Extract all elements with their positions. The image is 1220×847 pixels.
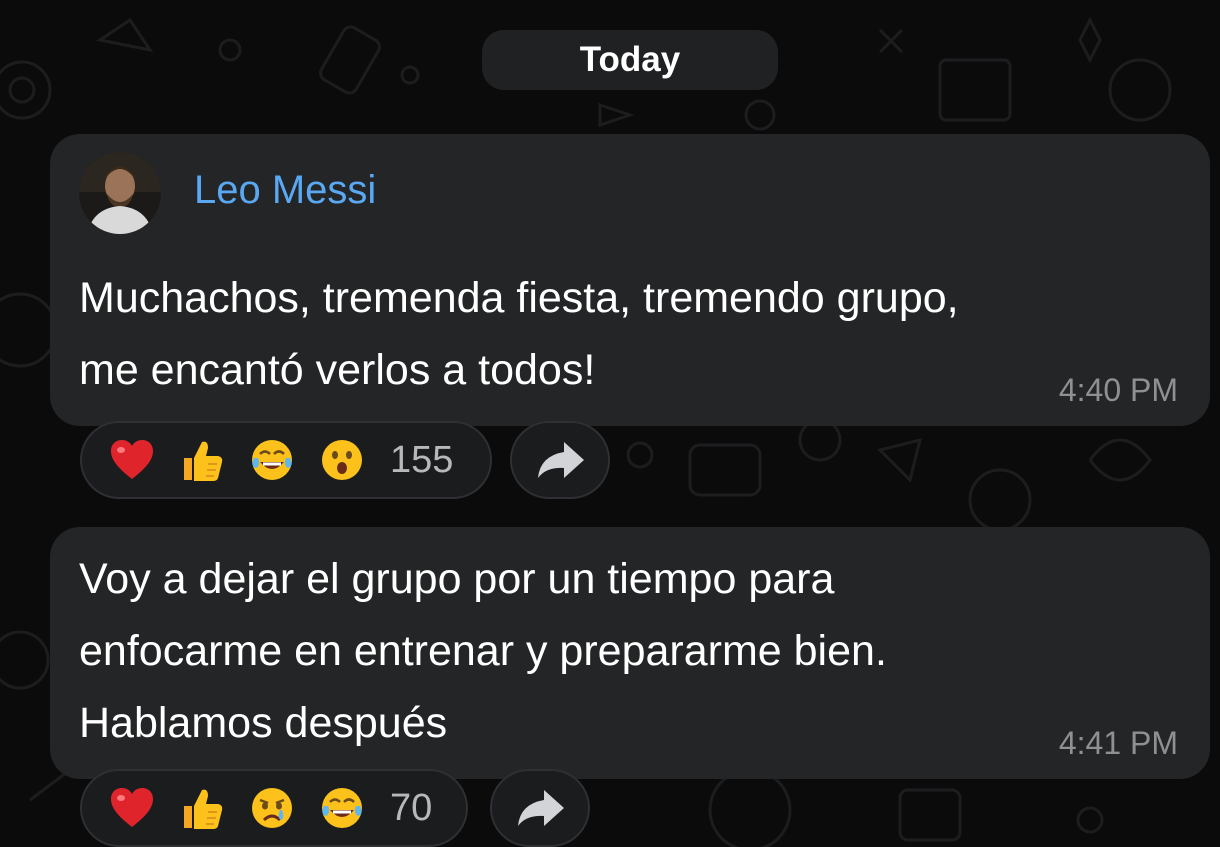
thumbs-up-icon[interactable] [178, 436, 226, 484]
message-bubble[interactable]: Voy a dejar el grupo por un tiempo para … [50, 527, 1210, 779]
message-bubble[interactable]: Leo Messi Muchachos, tremenda fiesta, tr… [50, 134, 1210, 426]
sender-name[interactable]: Leo Messi [194, 166, 376, 214]
forward-button[interactable] [510, 421, 610, 499]
avatar[interactable] [79, 152, 161, 234]
message-timestamp: 4:40 PM [1058, 372, 1178, 408]
thumbs-up-icon[interactable] [178, 784, 226, 832]
crying-face-icon[interactable] [248, 784, 296, 832]
message-text: Voy a dejar el grupo por un tiempo para … [79, 555, 887, 747]
reactions-bar[interactable]: 155 [80, 421, 492, 499]
forward-button[interactable] [490, 769, 590, 847]
message-timestamp: 4:41 PM [1058, 725, 1178, 761]
red-heart-icon[interactable] [108, 784, 156, 832]
avatar-photo [79, 152, 161, 234]
reaction-count: 70 [390, 786, 433, 829]
forward-arrow-icon [538, 442, 584, 478]
reactions-bar[interactable]: 70 [80, 769, 468, 847]
date-divider: Today [482, 30, 778, 90]
reaction-count: 155 [390, 438, 454, 481]
red-heart-icon[interactable] [108, 436, 156, 484]
face-with-tears-of-joy-icon[interactable] [248, 436, 296, 484]
face-with-open-mouth-icon[interactable] [318, 436, 366, 484]
message-text: Muchachos, tremenda fiesta, tremendo gru… [79, 274, 959, 394]
forward-arrow-icon [518, 790, 564, 826]
face-with-tears-of-joy-icon[interactable] [318, 784, 366, 832]
